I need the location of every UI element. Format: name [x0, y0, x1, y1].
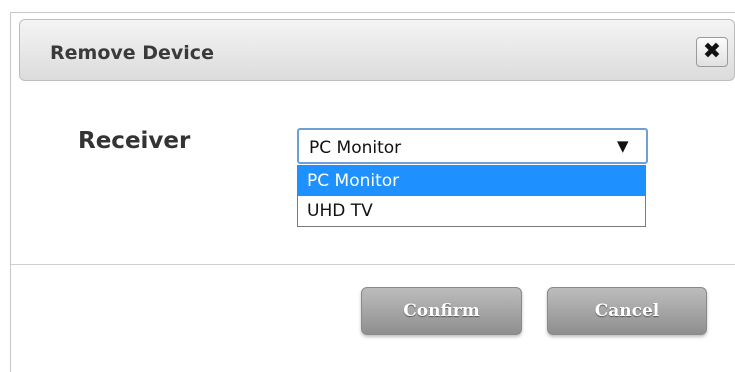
receiver-label: Receiver — [78, 128, 191, 154]
dropdown-option-uhd-tv[interactable]: UHD TV — [298, 196, 645, 226]
dialog-titlebar: Remove Device ✖ — [19, 19, 735, 81]
confirm-button[interactable]: Confirm — [361, 287, 522, 335]
footer-divider — [11, 264, 735, 265]
receiver-select[interactable]: PC Monitor ▼ — [297, 128, 648, 164]
remove-device-dialog: Remove Device ✖ Receiver PC Monitor ▼ PC… — [10, 12, 735, 372]
dropdown-option-pc-monitor[interactable]: PC Monitor — [298, 166, 645, 196]
receiver-select-value: PC Monitor — [309, 138, 402, 158]
cancel-button[interactable]: Cancel — [547, 287, 707, 335]
close-button[interactable]: ✖ — [696, 37, 728, 67]
dropdown-arrow-icon: ▼ — [617, 137, 629, 155]
receiver-dropdown-list: PC Monitor UHD TV — [297, 165, 646, 227]
dialog-title: Remove Device — [50, 42, 214, 64]
close-icon: ✖ — [702, 39, 722, 64]
